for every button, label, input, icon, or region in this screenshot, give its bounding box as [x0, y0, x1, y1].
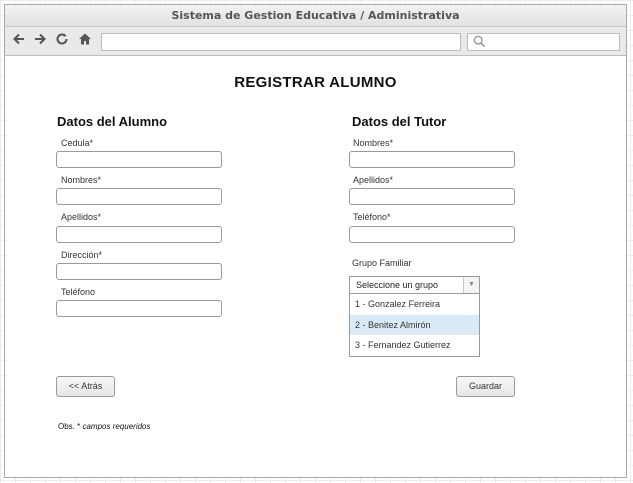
- cedula-input[interactable]: [56, 151, 222, 168]
- alumno-apellidos-input[interactable]: [56, 226, 222, 243]
- tutor-telefono-input[interactable]: [349, 226, 515, 243]
- tutor-nombres-label: Nombres*: [353, 138, 394, 148]
- cedula-label: Cedula*: [61, 138, 94, 148]
- browser-window: Sistema de Gestion Educativa / Administr…: [4, 4, 627, 478]
- grupo-dropdown-list: 1 - Gonzalez Ferreira 2 - Benitez Almiró…: [349, 293, 480, 357]
- alumno-telefono-input[interactable]: [56, 300, 222, 317]
- arrow-right-icon[interactable]: [32, 32, 48, 50]
- back-button[interactable]: << Atrás: [56, 376, 115, 397]
- grupo-option-1[interactable]: 1 - Gonzalez Ferreira: [350, 294, 479, 315]
- direccion-label: Dirección*: [61, 250, 103, 260]
- tutor-apellidos-label: Apellidos*: [353, 175, 394, 185]
- grupo-select-value: Seleccione un grupo: [356, 280, 439, 290]
- grupo-familiar-select[interactable]: Seleccione un grupo ▼: [349, 276, 480, 294]
- home-icon[interactable]: [77, 32, 93, 50]
- arrow-left-icon[interactable]: [11, 32, 27, 50]
- search-icon: [473, 35, 487, 49]
- tutor-telefono-label: Teléfono*: [353, 212, 391, 222]
- chevron-down-icon[interactable]: ▼: [463, 277, 479, 293]
- grupo-option-3[interactable]: 3 - Fernandez Gutierrez: [350, 335, 479, 356]
- obs-italic: campos requeridos: [82, 422, 151, 431]
- required-fields-note: Obs. * campos requeridos: [58, 422, 151, 431]
- direccion-input[interactable]: [56, 263, 222, 280]
- obs-prefix: Obs. *: [58, 422, 83, 431]
- save-button[interactable]: Guardar: [456, 376, 515, 397]
- alumno-nombres-label: Nombres*: [61, 175, 102, 185]
- tutor-section-title: Datos del Tutor: [352, 114, 447, 129]
- grupo-familiar-label: Grupo Familiar: [352, 258, 412, 268]
- search-input[interactable]: [467, 33, 620, 51]
- reload-icon[interactable]: [54, 32, 70, 50]
- alumno-section-title: Datos del Alumno: [57, 114, 168, 129]
- tutor-apellidos-input[interactable]: [349, 188, 515, 205]
- grupo-option-2[interactable]: 2 - Benitez Almirón: [350, 314, 479, 335]
- window-title: Sistema de Gestion Educativa / Administr…: [5, 5, 626, 27]
- url-input[interactable]: [101, 33, 461, 51]
- page-title: REGISTRAR ALUMNO: [234, 74, 397, 91]
- alumno-nombres-input[interactable]: [56, 188, 222, 205]
- tutor-nombres-input[interactable]: [349, 151, 515, 168]
- alumno-apellidos-label: Apellidos*: [61, 212, 102, 222]
- browser-toolbar: [5, 27, 626, 56]
- alumno-telefono-label: Teléfono: [61, 287, 96, 297]
